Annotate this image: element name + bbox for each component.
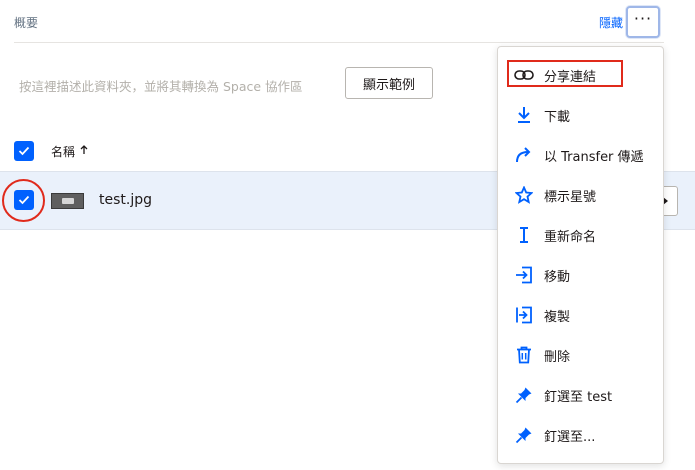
select-all-checkbox[interactable] — [14, 141, 34, 161]
move-icon — [514, 265, 534, 285]
menu-item-download[interactable]: 下載 — [498, 95, 663, 135]
menu-item-pin-to[interactable]: 釘選至... — [498, 415, 663, 455]
menu-item-label: 重新命名 — [544, 229, 597, 245]
menu-item-label: 刪除 — [544, 349, 571, 365]
more-options-button[interactable]: ··· — [626, 6, 660, 38]
column-header-name[interactable]: 名稱 — [51, 143, 75, 160]
menu-item-label: 複製 — [544, 309, 571, 325]
copy-icon — [514, 305, 534, 325]
menu-item-move[interactable]: 移動 — [498, 255, 663, 295]
menu-item-label: 以 Transfer 傳遞 — [544, 149, 644, 165]
download-icon — [514, 105, 534, 125]
share-link-highlight-box — [507, 60, 623, 87]
menu-item-copy[interactable]: 複製 — [498, 295, 663, 335]
overview-label: 概要 — [14, 16, 39, 30]
checkbox-highlight-circle — [2, 179, 45, 222]
file-name[interactable]: test.jpg — [99, 192, 152, 208]
checkmark-icon — [18, 146, 30, 156]
menu-item-label: 標示星號 — [544, 189, 597, 205]
rename-cursor-icon — [514, 225, 534, 245]
menu-item-label: 下載 — [544, 109, 571, 125]
menu-item-label: 移動 — [544, 269, 571, 285]
pin-icon — [514, 425, 534, 445]
menu-item-star[interactable]: 標示星號 — [498, 175, 663, 215]
transfer-arrow-icon — [514, 145, 534, 165]
menu-item-pin-to-test[interactable]: 釘選至 test — [498, 375, 663, 415]
more-dots-icon: ··· — [633, 9, 653, 28]
menu-item-rename[interactable]: 重新命名 — [498, 215, 663, 255]
folder-description-prompt[interactable]: 按這裡描述此資料夾，並將其轉換為 Space 協作區 — [19, 76, 303, 95]
hide-link[interactable]: 隱藏 — [599, 14, 623, 31]
star-icon — [514, 185, 534, 205]
header-divider — [14, 42, 664, 43]
sort-ascending-icon[interactable] — [80, 145, 88, 155]
menu-item-delete[interactable]: 刪除 — [498, 335, 663, 375]
trash-icon — [514, 345, 534, 365]
context-menu: 分享連結 下載 以 Transfer 傳遞 標示星號 重新命名 移動 複製 刪除… — [497, 46, 664, 464]
show-example-button[interactable]: 顯示範例 — [345, 67, 433, 99]
menu-item-label: 釘選至 test — [544, 389, 613, 405]
pin-icon — [514, 385, 534, 405]
menu-item-transfer[interactable]: 以 Transfer 傳遞 — [498, 135, 663, 175]
menu-item-label: 釘選至... — [544, 429, 596, 445]
file-thumbnail — [51, 193, 84, 209]
